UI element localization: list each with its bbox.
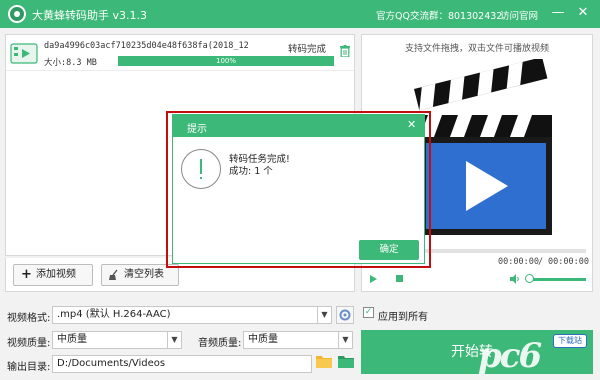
dialog-header: 提示 ✕ — [173, 115, 424, 137]
time-current: 00:00:00 — [498, 257, 539, 267]
chevron-down-icon: ▼ — [167, 332, 181, 348]
video-quality-value: 中质量 — [57, 334, 87, 345]
progress-label: 100% — [215, 57, 236, 65]
video-quality-select[interactable]: 中质量 ▼ — [52, 331, 182, 349]
apply-all-checkbox[interactable]: ✓ — [363, 307, 374, 318]
gear-icon — [339, 309, 351, 321]
trash-icon[interactable] — [340, 45, 350, 57]
watermark-badge: 下载站 — [553, 334, 587, 348]
dialog-title: 提示 — [187, 124, 207, 135]
file-status: 转码完成 — [288, 44, 327, 55]
audio-quality-label: 音频质量: — [198, 338, 242, 349]
audio-quality-value: 中质量 — [248, 334, 278, 345]
browse-folder-icon[interactable] — [316, 354, 332, 368]
qq-group-text: 官方QQ交流群：801302432 — [376, 11, 503, 22]
dialog-close-icon[interactable]: ✕ — [407, 118, 416, 131]
file-list-item[interactable]: da9a4996c03acf710235d04e48f638fa(2018_12… — [6, 35, 354, 71]
file-size: 大小:8.3 MB — [44, 58, 97, 68]
video-format-value: .mp4 (默认 H.264-AAC) — [57, 309, 171, 320]
format-settings-button[interactable] — [336, 306, 354, 324]
title-bar: 大黄蜂转码助手 v3.1.3 官方QQ交流群：801302432 访问官网 — … — [0, 0, 600, 28]
exclamation-icon — [181, 149, 221, 189]
time-total: 00:00:00 — [548, 257, 589, 267]
video-format-label: 视频格式: — [7, 313, 51, 324]
progress-bar: 100% — [118, 56, 334, 66]
visit-website-link[interactable]: 访问官网 — [500, 8, 538, 22]
dialog-ok-button[interactable]: 确定 — [359, 240, 419, 260]
apply-all-label: 应用到所有 — [378, 312, 428, 323]
play-icon[interactable] — [370, 275, 377, 283]
stop-icon[interactable] — [396, 275, 403, 282]
time-separator: / — [538, 257, 544, 267]
clear-list-label: 清空列表 — [124, 269, 164, 280]
minimize-button[interactable]: — — [549, 4, 567, 22]
chevron-down-icon: ▼ — [338, 332, 352, 348]
app-window: 大黄蜂转码助手 v3.1.3 官方QQ交流群：801302432 访问官网 — … — [0, 0, 600, 380]
output-dir-field[interactable]: D:/Documents/Videos — [52, 355, 312, 373]
preview-hint: 支持文件拖拽，双击文件可播放视频 — [404, 44, 549, 54]
volume-slider-track[interactable] — [526, 278, 586, 281]
chevron-down-icon: ▼ — [317, 307, 331, 323]
output-dir-label: 输出目录: — [7, 362, 51, 373]
completion-dialog: 提示 ✕ 转码任务完成! 成功: 1 个 确定 — [172, 114, 425, 264]
watermark-logo: pc6 — [478, 336, 542, 376]
output-dir-value: D:/Documents/Videos — [57, 358, 166, 369]
video-file-icon — [10, 43, 38, 64]
dialog-success-count: 成功: 1 个 — [229, 166, 273, 177]
add-video-button[interactable]: + 添加视频 — [13, 264, 93, 286]
volume-slider-knob[interactable] — [525, 274, 534, 283]
add-video-label: 添加视频 — [36, 269, 76, 280]
plus-icon: + — [21, 267, 32, 282]
volume-icon[interactable] — [510, 274, 520, 284]
video-format-select[interactable]: .mp4 (默认 H.264-AAC) ▼ — [52, 306, 332, 324]
app-logo-icon — [8, 5, 26, 23]
file-name: da9a4996c03acf710235d04e48f638fa(2018_12 — [44, 41, 249, 51]
open-folder-icon[interactable] — [338, 354, 354, 368]
app-title: 大黄蜂转码助手 v3.1.3 — [32, 9, 147, 22]
audio-quality-select[interactable]: 中质量 ▼ — [243, 331, 353, 349]
video-quality-label: 视频质量: — [7, 338, 51, 349]
broom-icon — [109, 269, 118, 280]
close-button[interactable]: ✕ — [574, 4, 592, 22]
